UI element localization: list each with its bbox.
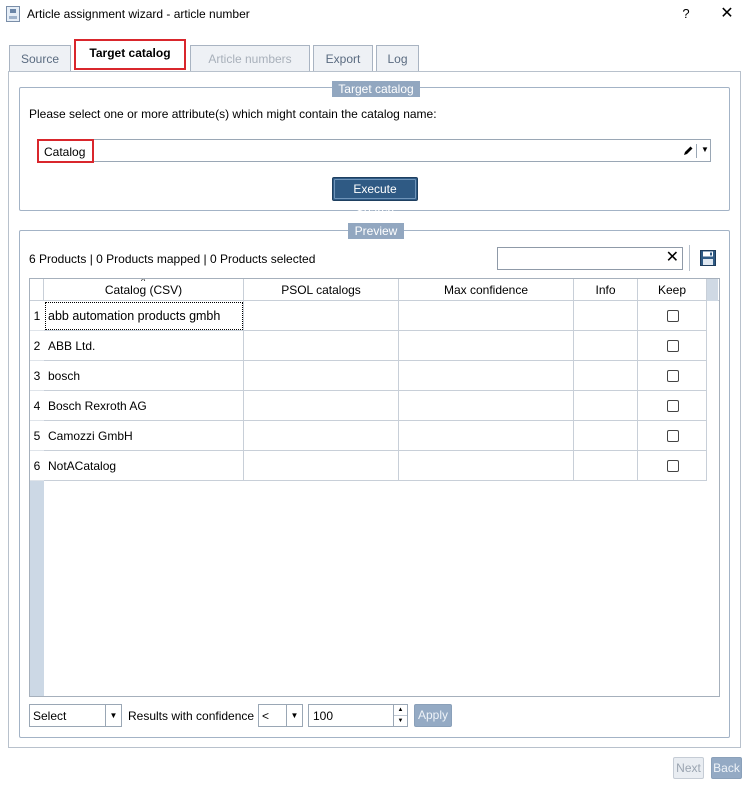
cell-info[interactable] [574,301,638,331]
attribute-selector[interactable]: ▼ [37,139,711,162]
products-summary: 6 Products | 0 Products mapped | 0 Produ… [29,252,316,266]
row-number: 5 [30,421,44,451]
cell-keep [638,301,707,331]
back-button: Back [711,757,742,779]
preview-group-title: Preview [348,223,404,239]
vertical-scrollbar[interactable] [707,279,718,301]
cell-confidence[interactable] [399,391,574,421]
filter-select[interactable]: Select ▼ [29,704,122,727]
row-number: 1 [30,301,44,331]
target-catalog-group-title: Target catalog [332,81,420,97]
column-header-max-confidence[interactable]: Max confidence [399,279,574,301]
save-icon[interactable] [700,250,716,266]
clear-search-icon[interactable]: ✕ [666,249,679,267]
chevron-down-icon[interactable]: ▼ [286,705,302,726]
cell-psol[interactable] [244,451,399,481]
spin-up-icon[interactable]: ▲ [394,705,407,716]
keep-checkbox[interactable] [667,310,679,322]
column-header-info[interactable]: Info [574,279,638,301]
keep-checkbox[interactable] [667,340,679,352]
row-number: 3 [30,361,44,391]
pencil-icon[interactable] [682,145,694,157]
instruction-label: Please select one or more attribute(s) w… [29,107,437,121]
cell-info[interactable] [574,391,638,421]
row-number: 4 [30,391,44,421]
cell-psol[interactable] [244,331,399,361]
cell-info[interactable] [574,421,638,451]
spin-down-icon[interactable]: ▼ [394,716,407,727]
keep-checkbox[interactable] [667,460,679,472]
title-bar: Article assignment wizard - article numb… [0,0,750,30]
sort-ascending-icon: ^ [141,278,146,286]
confidence-threshold-input[interactable]: 100 ▲ ▼ [308,704,408,727]
row-header-corner [30,279,44,301]
close-button[interactable]: ✕ [716,4,738,24]
cell-catalog[interactable]: ABB Ltd. [44,331,244,361]
keep-checkbox[interactable] [667,370,679,382]
cell-info[interactable] [574,331,638,361]
cell-confidence[interactable] [399,361,574,391]
execute-search-button[interactable]: Execute Search [332,177,418,218]
operator-select[interactable]: < ▼ [258,704,303,727]
tab-export[interactable]: Export [313,45,373,71]
chevron-down-icon[interactable]: ▼ [105,705,121,726]
divider [689,245,690,271]
table-header: Catalog (CSV) ^ PSOL catalogs Max confid… [30,279,719,301]
cell-keep [638,391,707,421]
cell-keep [638,361,707,391]
confidence-label: Results with confidence [128,709,255,723]
cell-psol[interactable] [244,391,399,421]
keep-checkbox[interactable] [667,400,679,412]
window-title: Article assignment wizard - article numb… [27,7,250,21]
column-header-psol-catalogs[interactable]: PSOL catalogs [244,279,399,301]
cell-confidence[interactable] [399,451,574,481]
tab-article-numbers: Article numbers [190,45,310,71]
app-icon [6,6,20,22]
spinner: ▲ ▼ [393,705,407,726]
cell-psol[interactable] [244,361,399,391]
cell-keep [638,451,707,481]
cell-confidence[interactable] [399,301,574,331]
cell-catalog[interactable]: bosch [44,361,244,391]
cell-keep [638,331,707,361]
cell-confidence[interactable] [399,421,574,451]
column-header-keep[interactable]: Keep [638,279,707,301]
row-number: 2 [30,331,44,361]
cell-catalog[interactable]: Camozzi GmbH [44,421,244,451]
cell-catalog[interactable]: abb automation products gmbh [44,301,244,331]
tab-source[interactable]: Source [9,45,71,71]
cell-catalog[interactable]: NotACatalog [44,451,244,481]
tab-log[interactable]: Log [376,45,419,71]
chevron-down-icon[interactable]: ▼ [697,140,713,161]
row-number: 6 [30,451,44,481]
tab-target-catalog[interactable]: Target catalog [74,39,186,70]
cell-psol[interactable] [244,301,399,331]
keep-checkbox[interactable] [667,430,679,442]
apply-button: Apply [414,704,452,727]
help-button[interactable]: ? [676,4,696,24]
next-button: Next [673,757,704,779]
attribute-value: Catalog [44,145,86,159]
cell-confidence[interactable] [399,331,574,361]
preview-search-input[interactable]: ✕ [497,247,683,270]
cell-info[interactable] [574,361,638,391]
cell-keep [638,421,707,451]
preview-table: Catalog (CSV) ^ PSOL catalogs Max confid… [29,278,720,697]
column-header-catalog-csv[interactable]: Catalog (CSV) ^ [44,279,244,301]
attribute-chip[interactable]: Catalog [37,139,94,163]
cell-info[interactable] [574,451,638,481]
cell-psol[interactable] [244,421,399,451]
cell-catalog[interactable]: Bosch Rexroth AG [44,391,244,421]
